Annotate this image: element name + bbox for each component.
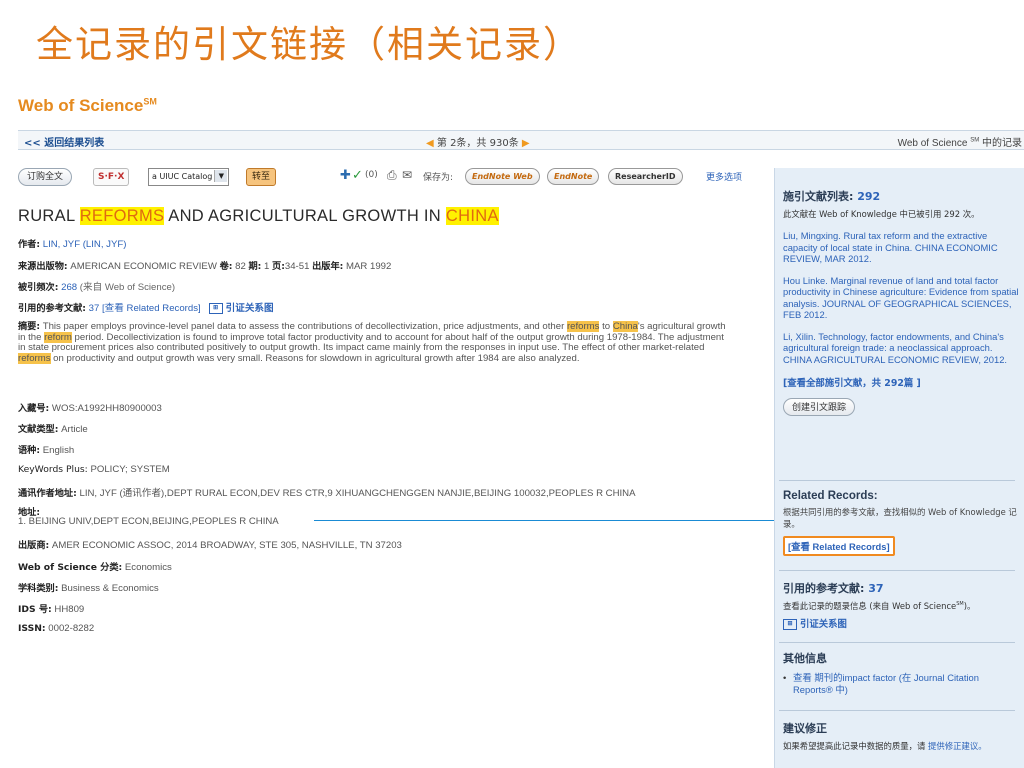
callout-connector-line	[314, 520, 788, 521]
doctype-row: 文献类型: Article	[18, 424, 88, 435]
record-pager: ◀ 第 2条，共 930条 ▶	[426, 134, 530, 149]
prev-record-icon[interactable]: ◀	[426, 138, 434, 149]
citation-map-link[interactable]: ⊞ 引证关系图	[208, 302, 274, 314]
suggest-correction-desc: 如果希望提高此记录中数据的质量，请 提供修正建议。	[783, 741, 987, 751]
references-count-link[interactable]: 37	[89, 303, 100, 314]
citing-count-link[interactable]: 292	[857, 190, 880, 203]
sidebar-citation-map-link[interactable]: ⊞ 引证关系图	[783, 616, 1019, 631]
endnote-button[interactable]: EndNote	[547, 168, 600, 185]
citation-map-icon: ⊞	[208, 302, 223, 314]
author-row: 作者: LIN, JYF (LIN, JYF)	[18, 239, 127, 250]
view-related-records-link[interactable]: [查看 Related Records]	[102, 303, 201, 314]
add-to-marked-list-icon[interactable]: ✚	[340, 168, 351, 183]
database-label: Web of Science SM 中的记录	[897, 137, 1022, 149]
sidebar: 施引文献列表: 292 此文献在 Web of Knowledge 中已被引用 …	[774, 168, 1024, 768]
chevron-down-icon: ▼	[214, 170, 228, 182]
source-row: 来源出版物: AMERICAN ECONOMIC REVIEW 卷: 82 期:…	[18, 261, 392, 272]
ids-row: IDS 号: HH809	[18, 604, 85, 615]
endnote-web-button[interactable]: EndNote Web	[465, 168, 540, 185]
related-records-title: Related Records:	[783, 490, 878, 502]
view-all-citing-link[interactable]: [查看全部施引文献，共 292篇 ]	[783, 375, 1019, 389]
citing-article-3[interactable]: Li, Xilin. Technology, factor endowments…	[783, 331, 1019, 366]
wos-category-row: Web of Science 分类: Economics	[18, 562, 172, 573]
related-records-section: Related Records: 根据共同引用的参考文献，查找相似的 Web o…	[783, 490, 1019, 556]
go-button[interactable]: 转至	[246, 168, 277, 186]
save-to-label: 保存为:	[423, 173, 454, 183]
suggest-correction-title: 建议修正	[783, 722, 827, 735]
results-nav-bar: << 返回结果列表 ◀ 第 2条，共 930条 ▶ Web of Science…	[18, 130, 1024, 150]
issn-row: ISSN: 0002-8282	[18, 623, 95, 634]
citing-article-1[interactable]: Liu, Mingxing. Rural tax reform and the …	[783, 230, 1019, 265]
email-icon[interactable]: ✉	[402, 168, 412, 182]
checkmark-icon: ✓	[352, 168, 363, 183]
next-record-icon[interactable]: ▶	[522, 138, 530, 149]
researcherid-button[interactable]: ResearcherID	[608, 168, 683, 185]
times-cited-row: 被引频次: 268 (来自 Web of Science)	[18, 282, 176, 293]
bullet-icon: •	[783, 672, 787, 683]
record-position: 第 2条，共 930条	[436, 138, 519, 149]
publisher-row: 出版商: AMER ECONOMIC ASSOC, 2014 BROADWAY,…	[18, 540, 402, 551]
times-cited-link[interactable]: 268	[61, 282, 77, 293]
citing-articles-section: 施引文献列表: 292 此文献在 Web of Knowledge 中已被引用 …	[783, 188, 1019, 416]
cited-references-desc: 查看此记录的题录信息 (来自 Web of ScienceSM)。	[783, 601, 976, 611]
cited-references-count-link[interactable]: 37	[868, 582, 883, 595]
slide-title: 全记录的引文链接（相关记录）	[36, 23, 582, 66]
citing-article-2[interactable]: Hou Linke. Marginal revenue of land and …	[783, 275, 1019, 321]
back-to-results-link[interactable]: << 返回结果列表	[24, 134, 104, 149]
abstract: 摘要: This paper employs province-level pa…	[18, 321, 726, 364]
marked-count: (0)	[365, 170, 378, 180]
catalog-select[interactable]: a UIUC Catalog ▼	[148, 168, 230, 186]
related-records-desc: 根据共同引用的参考文献，查找相似的 Web of Knowledge 记录。	[783, 507, 1017, 529]
cited-references-section: 引用的参考文献: 37 查看此记录的题录信息 (来自 Web of Scienc…	[783, 580, 1019, 631]
corresponding-address-row: 通讯作者地址: LIN, JYF (通讯作者),DEPT RURAL ECON,…	[18, 488, 636, 499]
print-icon[interactable]: ⎙	[387, 168, 397, 183]
citing-articles-title: 施引文献列表: 292	[783, 190, 881, 203]
subject-category-row: 学科类别: Business & Economics	[18, 583, 159, 594]
accession-row: 入藏号: WOS:A1992HH80900003	[18, 403, 162, 414]
cited-references-title: 引用的参考文献: 37	[783, 582, 884, 595]
citation-map-icon: ⊞	[783, 619, 797, 631]
language-row: 语种: English	[18, 445, 75, 456]
view-related-records-button[interactable]: [查看 Related Records]	[783, 536, 895, 556]
impact-factor-link[interactable]: • 查看 期刊的impact factor (在 Journal Citation…	[783, 672, 1019, 695]
suggest-correction-link[interactable]: 提供修正建议。	[928, 741, 987, 751]
address-row: 1. BEIJING UNIV,DEPT ECON,BEIJING,PEOPLE…	[18, 516, 279, 527]
order-fulltext-button[interactable]: 订购全文	[18, 168, 73, 186]
more-options-link[interactable]: 更多选项	[706, 170, 742, 183]
other-info-section: 其他信息 • 查看 期刊的impact factor (在 Journal Cit…	[783, 650, 1019, 695]
author-link[interactable]: LIN, JYF (LIN, JYF)	[43, 239, 127, 250]
sfx-button[interactable]: S·F·X	[93, 168, 130, 186]
citing-articles-desc: 此文献在 Web of Knowledge 中已被引用 292 次。	[783, 209, 980, 219]
article-title: RURAL REFORMS AND AGRICULTURAL GROWTH IN…	[18, 207, 499, 225]
other-info-title: 其他信息	[783, 652, 827, 665]
record-toolbar: 订购全文 S·F·X a UIUC Catalog ▼ 转至 ✚ ✓ (0) ⎙ …	[18, 168, 758, 188]
references-row: 引用的参考文献: 37 [查看 Related Records] ⊞ 引证关系图	[18, 302, 274, 314]
keywords-plus-row: KeyWords Plus: POLICY; SYSTEM	[18, 464, 170, 475]
suggest-correction-section: 建议修正 如果希望提高此记录中数据的质量，请 提供修正建议。	[783, 720, 1019, 752]
create-citation-alert-button[interactable]: 创建引文跟踪	[783, 398, 856, 416]
wos-logo: Web of ScienceSM	[18, 96, 157, 115]
